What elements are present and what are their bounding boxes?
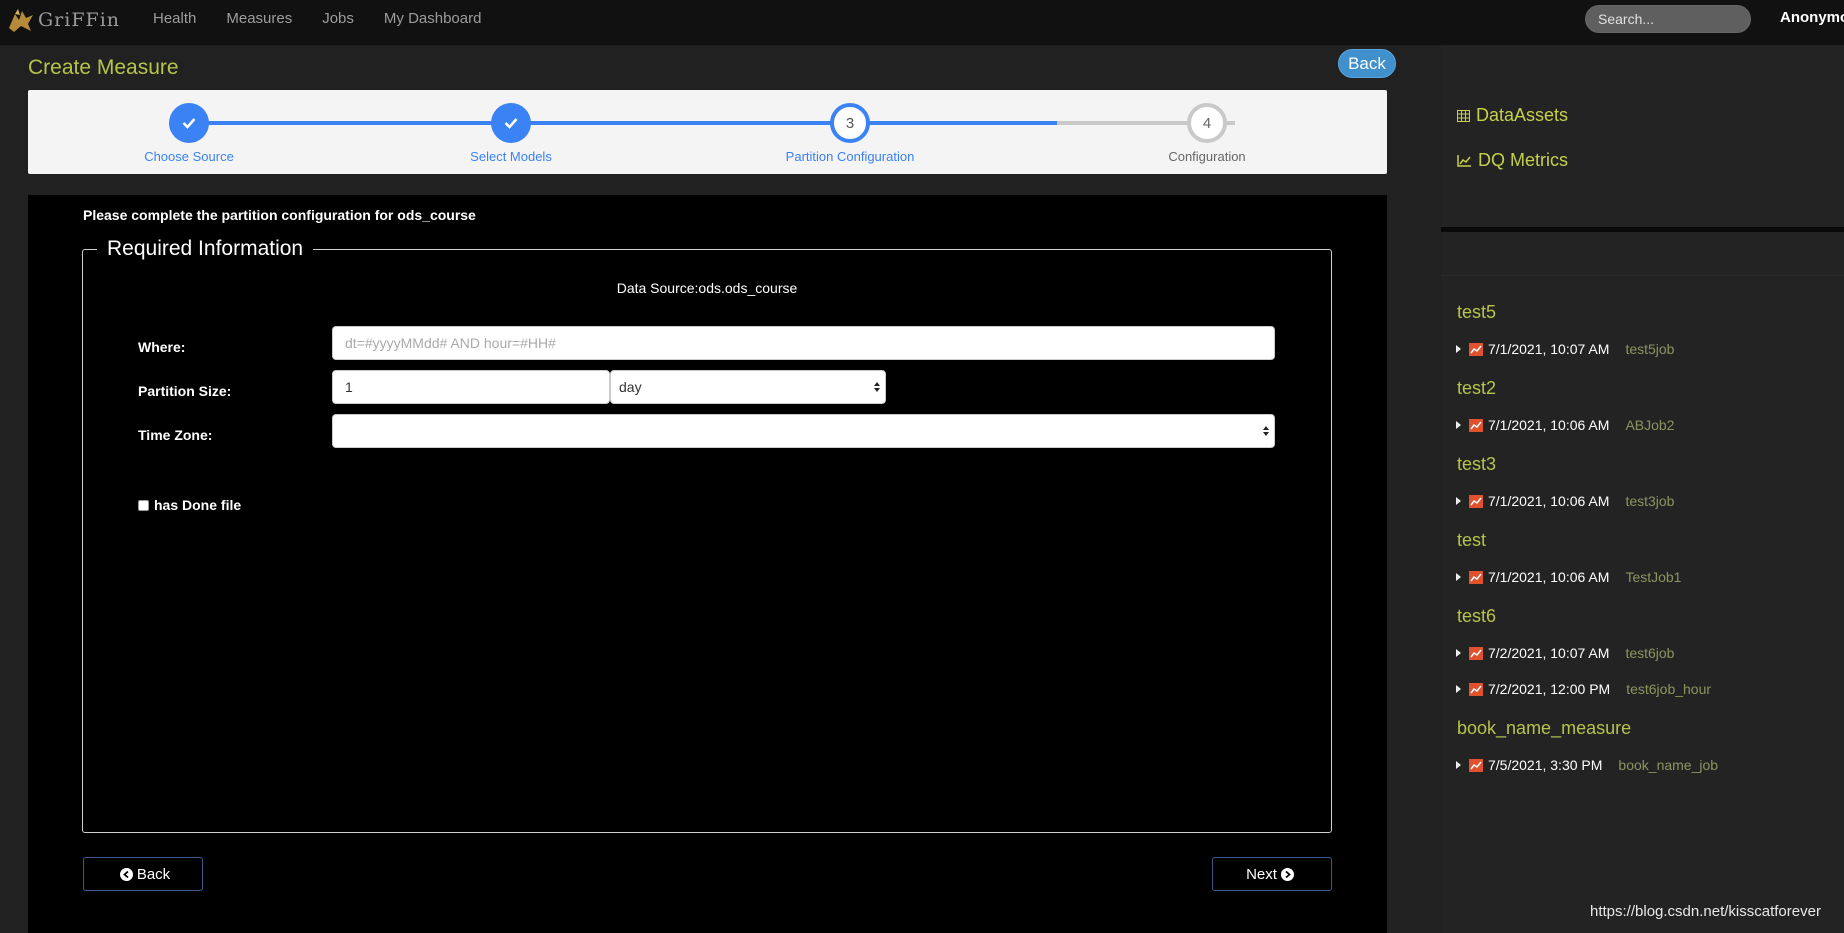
back-button[interactable]: Back	[83, 857, 203, 891]
step-2-label: Select Models	[470, 149, 552, 164]
nav-measures[interactable]: Measures	[226, 10, 292, 27]
top-navbar: GriFFin Health Measures Jobs My Dashboar…	[0, 0, 1844, 46]
griffin-logo-icon	[9, 9, 33, 32]
sidebar-link-dataassets-label: DataAssets	[1476, 105, 1569, 125]
job-date: 7/1/2021, 10:06 AM	[1488, 569, 1610, 585]
sidebar-link-dq-metrics-label: DQ Metrics	[1478, 150, 1568, 170]
job-row[interactable]: 7/2/2021, 10:07 AM test6job	[1456, 644, 1674, 662]
done-file-checkbox[interactable]	[138, 499, 149, 511]
step-4-circle[interactable]: 4	[1187, 103, 1227, 143]
partition-config-panel: Please complete the partition configurat…	[28, 195, 1387, 933]
partition-unit-value: day	[619, 379, 642, 395]
measure-test[interactable]: test	[1457, 530, 1486, 551]
step-1-circle[interactable]	[169, 103, 209, 143]
caret-right-icon	[1456, 761, 1461, 769]
watermark-text: https://blog.csdn.net/kisscatforever	[1590, 903, 1821, 920]
caret-right-icon	[1456, 649, 1461, 657]
step-progress-line	[189, 121, 1057, 125]
job-row[interactable]: 7/1/2021, 10:06 AM test3job	[1456, 492, 1674, 510]
area-chart-icon	[1469, 758, 1483, 772]
wizard-stepper: Choose Source Select Models 3 Partition …	[28, 90, 1387, 174]
check-icon	[182, 118, 196, 129]
job-date: 7/2/2021, 10:07 AM	[1488, 645, 1610, 661]
area-chart-icon	[1469, 682, 1483, 696]
step-3-label: Partition Configuration	[785, 149, 915, 164]
area-chart-icon	[1469, 570, 1483, 584]
partition-size-input[interactable]	[332, 370, 610, 404]
job-row[interactable]: 7/2/2021, 12:00 PM test6job_hour	[1456, 680, 1711, 698]
caret-right-icon	[1456, 421, 1461, 429]
search-input[interactable]	[1585, 5, 1751, 33]
timezone-label: Time Zone:	[138, 427, 213, 443]
arrow-left-circle-icon	[119, 867, 133, 881]
area-chart-icon	[1469, 418, 1483, 432]
back-button-top[interactable]: Back	[1338, 49, 1396, 78]
nav-my-dashboard[interactable]: My Dashboard	[384, 10, 482, 27]
job-date: 7/1/2021, 10:06 AM	[1488, 493, 1610, 509]
area-chart-icon	[1469, 646, 1483, 660]
job-date: 7/5/2021, 3:30 PM	[1488, 757, 1603, 773]
step-3-circle[interactable]: 3	[830, 103, 870, 143]
job-name: test6job_hour	[1626, 681, 1712, 697]
area-chart-icon	[1469, 342, 1483, 356]
job-date: 7/1/2021, 10:06 AM	[1488, 417, 1610, 433]
user-menu[interactable]: Anonymou	[1780, 9, 1844, 26]
step-4-label: Configuration	[1168, 149, 1246, 164]
job-name: ABJob2	[1625, 417, 1675, 433]
job-row[interactable]: 7/1/2021, 10:06 AM ABJob2	[1456, 416, 1674, 434]
where-label: Where:	[138, 339, 186, 355]
measure-test3[interactable]: test3	[1457, 454, 1496, 475]
where-input[interactable]	[332, 326, 1275, 360]
check-icon	[504, 118, 518, 129]
job-date: 7/2/2021, 12:00 PM	[1488, 681, 1611, 697]
next-button[interactable]: Next	[1212, 857, 1332, 891]
area-chart-icon	[1469, 494, 1483, 508]
measure-test6[interactable]: test6	[1457, 606, 1496, 627]
next-button-label: Next	[1246, 865, 1277, 883]
nav-jobs[interactable]: Jobs	[322, 10, 354, 27]
table-icon	[1457, 109, 1470, 122]
required-info-fieldset: Required Information Data Source:ods.ods…	[82, 237, 1332, 833]
measure-test2[interactable]: test2	[1457, 378, 1496, 399]
select-arrows-icon	[874, 382, 880, 392]
done-file-label: has Done file	[154, 497, 242, 513]
right-sidebar: DataAssets DQ Metrics test5 7/1/2021, 10…	[1441, 45, 1844, 933]
data-source-label: Data Source:ods.ods_course	[616, 280, 798, 296]
job-row[interactable]: 7/5/2021, 3:30 PM book_name_job	[1456, 756, 1718, 774]
line-chart-icon	[1457, 154, 1471, 167]
griffin-logo[interactable]: GriFFin	[6, 2, 120, 38]
fieldset-legend: Required Information	[97, 237, 314, 261]
select-arrows-icon	[1263, 426, 1269, 436]
job-name: test6job	[1625, 645, 1675, 661]
partition-unit-select[interactable]: day	[610, 370, 886, 404]
partition-size-label: Partition Size:	[138, 383, 232, 399]
step-2-circle[interactable]	[491, 103, 531, 143]
job-name: test5job	[1625, 341, 1675, 357]
instruction-text: Please complete the partition configurat…	[83, 207, 476, 223]
job-row[interactable]: 7/1/2021, 10:06 AM TestJob1	[1456, 568, 1681, 586]
measure-test5[interactable]: test5	[1457, 302, 1496, 323]
job-name: test3job	[1625, 493, 1675, 509]
sidebar-link-dataassets[interactable]: DataAssets	[1457, 105, 1568, 126]
sidebar-divider	[1441, 227, 1844, 232]
sidebar-link-dq-metrics[interactable]: DQ Metrics	[1457, 150, 1568, 171]
nav-health[interactable]: Health	[153, 10, 196, 27]
step-1-label: Choose Source	[144, 149, 234, 164]
arrow-right-circle-icon	[1280, 867, 1294, 881]
caret-right-icon	[1456, 345, 1461, 353]
job-row[interactable]: 7/1/2021, 10:07 AM test5job	[1456, 340, 1674, 358]
caret-right-icon	[1456, 685, 1461, 693]
caret-right-icon	[1456, 497, 1461, 505]
page-title: Create Measure	[28, 56, 179, 79]
caret-right-icon	[1456, 573, 1461, 581]
timezone-select[interactable]	[332, 414, 1275, 448]
measure-book-name-measure[interactable]: book_name_measure	[1457, 718, 1631, 739]
job-name: book_name_job	[1618, 757, 1719, 773]
logo-text: GriFFin	[38, 9, 121, 31]
job-name: TestJob1	[1625, 569, 1682, 585]
sidebar-divider-thin	[1441, 275, 1844, 276]
back-button-label: Back	[136, 865, 171, 883]
job-date: 7/1/2021, 10:07 AM	[1488, 341, 1610, 357]
